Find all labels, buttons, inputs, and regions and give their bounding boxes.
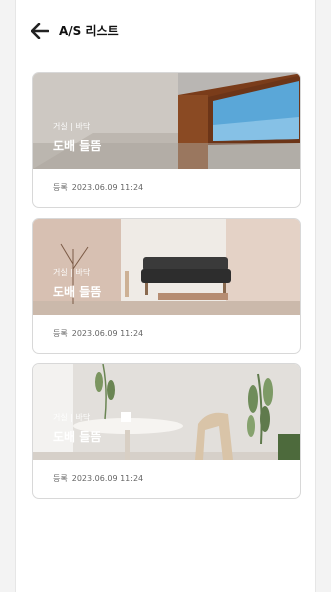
header: A/S 리스트 [16, 16, 315, 46]
card-date-row: 등록 2023.06.09 11:24 [53, 473, 147, 484]
as-card[interactable]: 거실 | 바닥 도배 들뜸 등록 2023.06.09 11:24 [32, 218, 301, 354]
date-label: 등록 [53, 329, 68, 338]
card-image: 거실 | 바닥 도배 들뜸 [33, 364, 300, 460]
card-image: 거실 | 바닥 도배 들뜸 [33, 73, 300, 169]
date-value: 2023.06.09 11:24 [71, 474, 144, 483]
card-title: 도배 들뜸 [53, 285, 102, 299]
card-image: 거실 | 바닥 도배 들뜸 [33, 219, 300, 315]
as-card[interactable]: 거실 | 바닥 도배 들뜸 등록 2023.06.09 11:24 [32, 72, 301, 208]
card-category: 거실 | 바닥 [53, 122, 91, 131]
card-title: 도배 들뜸 [53, 430, 102, 444]
date-value: 2023.06.09 11:24 [71, 183, 144, 192]
date-label: 등록 [53, 474, 68, 483]
as-card[interactable]: 거실 | 바닥 도배 들뜸 등록 2023.06.09 11:24 [32, 363, 301, 499]
card-date-row: 등록 2023.06.09 11:24 [53, 328, 147, 339]
arrow-left-icon [31, 23, 49, 39]
app-screen: A/S 리스트 거실 | 바닥 도배 들뜸 등록 2023.06.09 11:24 [15, 0, 316, 592]
card-category: 거실 | 바닥 [53, 268, 91, 277]
page-title: A/S 리스트 [59, 24, 119, 38]
card-title: 도배 들뜸 [53, 139, 102, 153]
card-category: 거실 | 바닥 [53, 413, 91, 422]
back-button[interactable] [30, 21, 50, 41]
date-value: 2023.06.09 11:24 [71, 329, 144, 338]
card-date-row: 등록 2023.06.09 11:24 [53, 182, 147, 193]
date-label: 등록 [53, 183, 68, 192]
